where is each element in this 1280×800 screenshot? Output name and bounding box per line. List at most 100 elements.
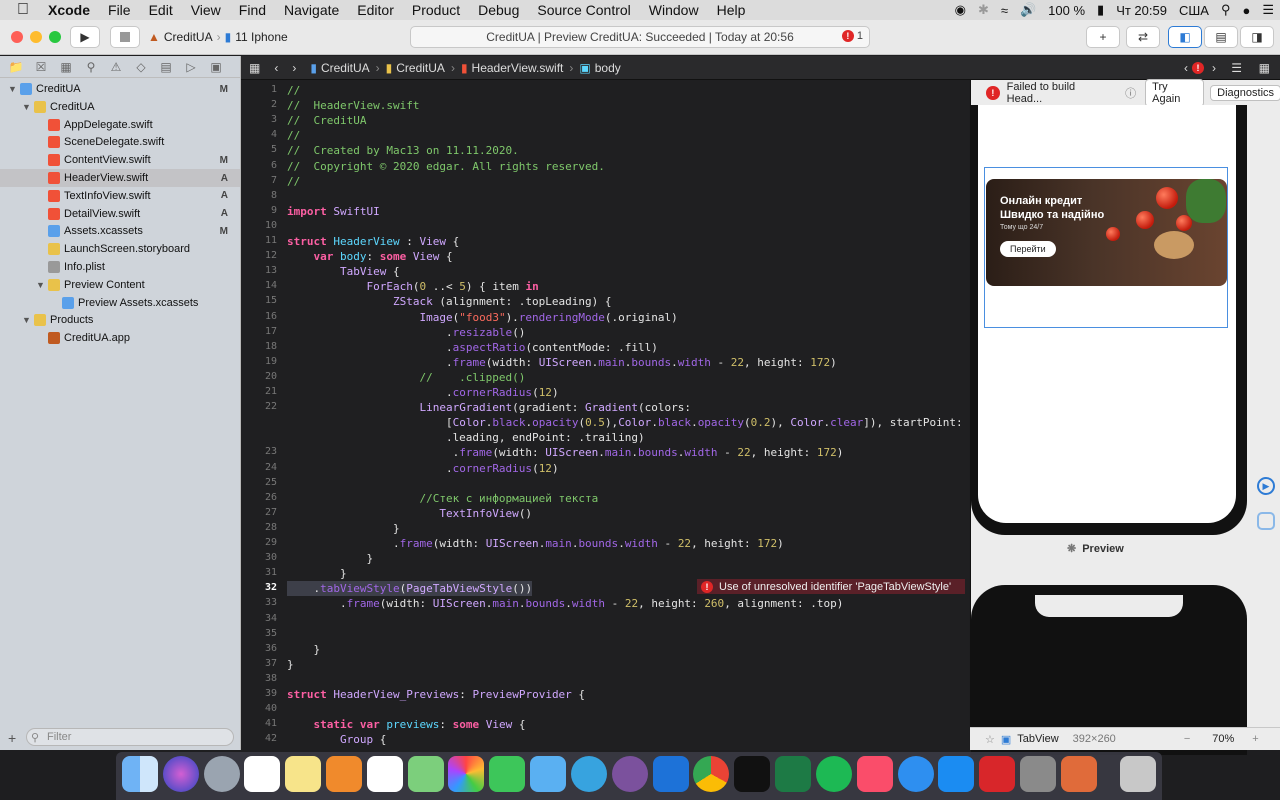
remote-app-icon[interactable] — [1061, 756, 1097, 792]
breakpoint-tab-icon[interactable]: ▷ — [181, 60, 201, 74]
disclosure-triangle-icon[interactable]: ▼ — [8, 84, 20, 94]
menu-editor[interactable]: Editor — [348, 0, 403, 20]
siri-icon[interactable]: ● — [1242, 3, 1250, 18]
disclosure-triangle-icon[interactable]: ▼ — [22, 315, 34, 325]
report-tab-icon[interactable]: ▣ — [206, 60, 226, 74]
code-line[interactable]: .aspectRatio(contentMode: .fill) — [287, 340, 658, 355]
code-line[interactable]: import SwiftUI — [287, 204, 380, 219]
issue-tab-icon[interactable]: ⚠ — [106, 60, 126, 74]
launchpad-icon[interactable] — [204, 756, 240, 792]
telegram-icon[interactable] — [571, 756, 607, 792]
viber-icon[interactable] — [612, 756, 648, 792]
code-line[interactable]: // CreditUA — [287, 113, 366, 128]
code-line[interactable]: .tabViewStyle(PageTabViewStyle()) — [287, 581, 533, 597]
file-tree-row[interactable]: SceneDelegate.swift — [0, 133, 240, 151]
zoom-level[interactable]: 70% — [1212, 733, 1234, 745]
maps-icon[interactable] — [408, 756, 444, 792]
inline-error-message[interactable]: ! Use of unresolved identifier 'PageTabV… — [697, 579, 965, 594]
code-line[interactable]: static var previews: some View { — [287, 717, 526, 732]
breadcrumb-symbol[interactable]: ▣ body — [573, 61, 626, 75]
code-line[interactable]: // Copyright © 2020 edgar. All rights re… — [287, 159, 605, 174]
file-tree-row[interactable]: ▼ Preview Content — [0, 276, 240, 294]
next-issue-icon[interactable]: › — [1212, 61, 1216, 75]
file-tree-row[interactable]: CreditUA.app — [0, 329, 240, 347]
error-badge[interactable]: ! 1 — [841, 30, 863, 42]
issue-error-icon[interactable]: ! — [1192, 62, 1204, 74]
close-window-button[interactable] — [11, 31, 23, 43]
code-line[interactable]: .leading, endPoint: .trailing) — [287, 430, 645, 445]
code-line[interactable]: } — [287, 566, 347, 581]
code-line[interactable]: // HeaderView.swift — [287, 98, 419, 113]
calendar-icon[interactable] — [244, 756, 280, 792]
battery-percent[interactable]: 100 % — [1048, 3, 1085, 18]
photos-icon[interactable] — [448, 756, 484, 792]
code-line[interactable]: TextInfoView() — [287, 506, 532, 521]
preview-on-device-icon[interactable] — [1257, 512, 1275, 530]
add-file-icon[interactable]: + — [8, 730, 16, 746]
code-line[interactable]: [Color.black.opacity(0.5),Color.black.op… — [287, 415, 963, 430]
trash-icon[interactable] — [1120, 756, 1156, 792]
code-line[interactable]: .frame(width: UIScreen.main.bounds.width… — [287, 445, 844, 460]
reminders-icon[interactable] — [367, 756, 403, 792]
back-arrow-icon[interactable]: ‹ — [268, 61, 284, 75]
xcode-icon[interactable] — [653, 756, 689, 792]
menu-file[interactable]: File — [99, 0, 140, 20]
music-icon[interactable] — [857, 756, 893, 792]
menu-edit[interactable]: Edit — [140, 0, 182, 20]
apple-tv-icon[interactable] — [734, 756, 770, 792]
code-line[interactable]: } — [287, 551, 373, 566]
menu-navigate[interactable]: Navigate — [275, 0, 348, 20]
toggle-inspector-button[interactable]: ◨ — [1240, 26, 1274, 48]
scheme-selector[interactable]: ▲ CreditUA › ▮ 11 Iphone — [148, 26, 288, 48]
info-icon[interactable]: ⓘ — [1125, 85, 1136, 101]
menu-source-control[interactable]: Source Control — [528, 0, 639, 20]
spotify-icon[interactable] — [816, 756, 852, 792]
file-tree-row[interactable]: ▼ CreditUA M — [0, 80, 240, 98]
code-line[interactable]: LinearGradient(gradient: Gradient(colors… — [287, 400, 691, 415]
app-store-icon[interactable] — [938, 756, 974, 792]
file-tree-row[interactable]: DetailView.swift A — [0, 205, 240, 223]
spotlight-icon[interactable]: ⚲ — [1221, 2, 1231, 18]
apple-menu-icon[interactable]:  — [0, 0, 39, 20]
activity-view[interactable]: CreditUA | Preview CreditUA: Succeeded |… — [410, 26, 870, 48]
file-tree-row[interactable]: Preview Assets.xcassets — [0, 294, 240, 312]
file-tree-row[interactable]: ▼ Products — [0, 311, 240, 329]
forward-arrow-icon[interactable]: › — [284, 61, 304, 75]
find-tab-icon[interactable]: ⚲ — [81, 60, 101, 74]
code-line[interactable]: } — [287, 657, 294, 672]
folder-tab-icon[interactable]: 📁 — [6, 60, 26, 74]
code-line[interactable]: .frame(width: UIScreen.main.bounds.width… — [287, 355, 837, 370]
zoom-out-button[interactable]: − — [1184, 733, 1190, 745]
code-line[interactable]: TabView { — [287, 264, 400, 279]
siri-app-icon[interactable] — [163, 756, 199, 792]
wifi-icon[interactable]: ≈ — [1001, 3, 1008, 18]
run-button[interactable]: ▶ — [70, 26, 100, 48]
code-line[interactable]: .cornerRadius(12) — [287, 461, 559, 476]
grid-icon[interactable]: ▦ — [241, 61, 268, 75]
pin-icon[interactable]: ☆ — [985, 733, 995, 746]
code-line[interactable]: // — [287, 128, 300, 143]
code-line[interactable]: struct HeaderView_Previews: PreviewProvi… — [287, 687, 585, 702]
menu-debug[interactable]: Debug — [469, 0, 528, 20]
menu-view[interactable]: View — [182, 0, 230, 20]
file-tree-row[interactable]: AppDelegate.swift — [0, 116, 240, 134]
file-tree-row[interactable]: TextInfoView.swift A — [0, 187, 240, 205]
diagnostics-button[interactable]: Diagnostics — [1210, 84, 1280, 101]
code-line[interactable]: ForEach(0 ..< 5) { item in — [287, 279, 538, 294]
menu-find[interactable]: Find — [230, 0, 275, 20]
breadcrumb-file[interactable]: ▮ HeaderView.swift — [455, 61, 569, 75]
editor-options-icon[interactable]: ☰ — [1231, 61, 1242, 75]
library-button[interactable]: + — [1086, 26, 1120, 48]
code-line[interactable]: .frame(width: UIScreen.main.bounds.width… — [287, 596, 843, 611]
safari-icon[interactable] — [898, 756, 934, 792]
prev-issue-icon[interactable]: ‹ — [1184, 61, 1188, 75]
try-again-button[interactable]: Try Again — [1145, 78, 1205, 107]
live-preview-icon[interactable]: ▶ — [1257, 477, 1275, 495]
zoom-in-button[interactable]: + — [1252, 733, 1258, 745]
code-line[interactable]: // — [287, 174, 300, 189]
code-line[interactable]: Image("food3").renderingMode(.original) — [287, 310, 677, 325]
source-control-tab-icon[interactable]: ☒ — [31, 60, 51, 74]
app-menu[interactable]: Xcode — [39, 0, 99, 20]
code-line[interactable]: // .clipped() — [287, 370, 525, 385]
chrome-icon[interactable] — [693, 756, 729, 792]
